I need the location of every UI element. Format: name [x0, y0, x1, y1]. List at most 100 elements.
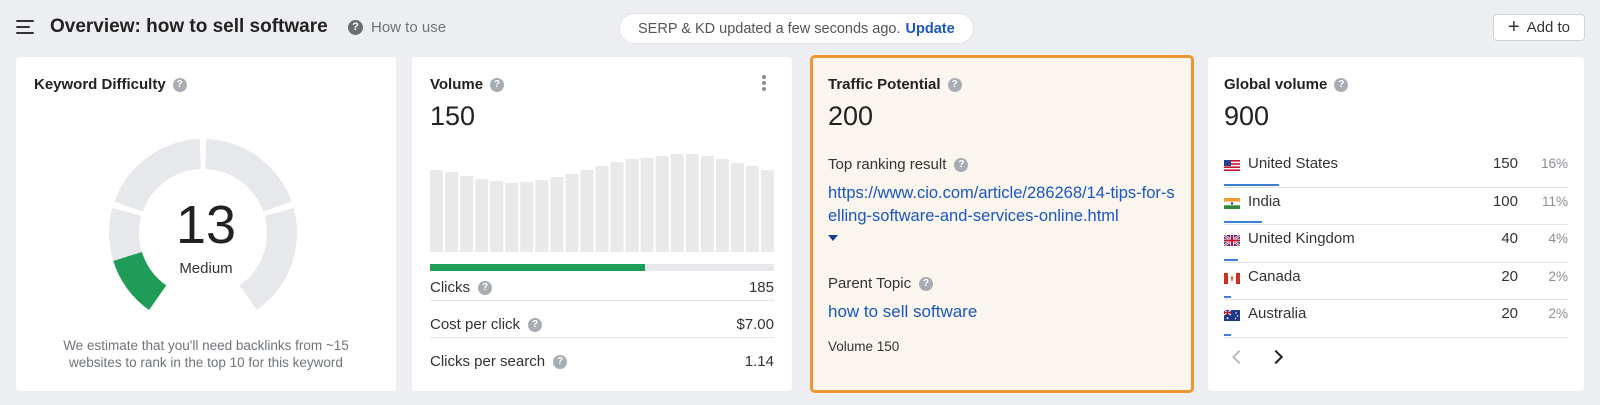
stat-label: Cost per click [430, 316, 521, 333]
volume-history-bar[interactable] [520, 182, 534, 252]
stat-label: Clicks per search [430, 353, 546, 370]
more-options-icon[interactable] [762, 75, 766, 91]
add-to-button[interactable]: + Add to [1493, 14, 1585, 41]
volume-title-label: Volume [430, 76, 484, 93]
country-row-united-states[interactable]: United States 150 16% [1224, 150, 1568, 188]
global-volume-value: 900 [1224, 101, 1270, 131]
gv-title-label: Global volume [1224, 76, 1328, 93]
update-link[interactable]: Update [906, 21, 955, 37]
volume-history-bar[interactable] [700, 156, 714, 252]
kd-gauge [109, 139, 297, 311]
page-title: Overview: how to sell software [50, 16, 328, 37]
country-row-australia[interactable]: Australia 20 2% [1224, 300, 1568, 338]
volume-history-bar[interactable] [490, 181, 504, 252]
stat-row-clicks-per-search: Clicks per search? 1.14 [430, 343, 774, 380]
help-icon[interactable]: ? [553, 354, 568, 369]
volume-history-bar[interactable] [460, 176, 474, 252]
volume-history-bar[interactable] [655, 156, 669, 252]
divider [430, 337, 774, 338]
help-icon[interactable]: ? [478, 280, 492, 295]
volume-history-bar[interactable] [730, 163, 744, 252]
add-to-label: Add to [1526, 19, 1571, 36]
country-share-bar [1224, 296, 1231, 298]
volume-history-bar[interactable] [595, 166, 609, 252]
stat-value: $7.00 [736, 316, 774, 333]
volume-history-bar[interactable] [430, 170, 444, 252]
chevron-right-icon[interactable] [1270, 350, 1284, 364]
help-icon[interactable]: ? [490, 77, 505, 92]
traffic-potential-value: 200 [828, 101, 874, 131]
volume-history-bar[interactable] [565, 174, 579, 252]
volume-history-bar[interactable] [505, 183, 519, 252]
volume-card: Volume ? 150 Clicks? 185 Cost per click?… [412, 57, 792, 391]
help-icon[interactable]: ? [919, 276, 934, 291]
country-row-canada[interactable]: Canada 20 2% [1224, 263, 1568, 300]
country-share-bar [1224, 258, 1238, 261]
canada-flag-icon [1224, 272, 1240, 284]
country-pager [1230, 350, 1284, 364]
country-row-india[interactable]: India 100 11% [1224, 188, 1568, 225]
volume-card-title: Volume ? [430, 76, 505, 93]
kd-estimate-note: We estimate that you'll need backlinks f… [63, 338, 349, 370]
divider [430, 300, 774, 301]
volume-history-bar[interactable] [445, 172, 459, 252]
help-icon[interactable]: ? [528, 317, 543, 332]
country-list: United States 150 16% India 100 11% Unit… [1224, 150, 1568, 338]
volume-history-bar[interactable] [580, 170, 594, 252]
parent-topic-link[interactable]: how to sell software [828, 302, 977, 322]
help-icon[interactable]: ? [1334, 77, 1349, 92]
volume-history-bar[interactable] [745, 166, 759, 252]
volume-history-bar[interactable] [640, 158, 654, 252]
serp-status-text: SERP & KD updated a few seconds ago. [638, 20, 901, 37]
volume-history-bar[interactable] [715, 159, 729, 252]
volume-history-bar[interactable] [550, 177, 564, 252]
help-icon[interactable]: ? [954, 157, 969, 172]
keyword-difficulty-card: Keyword Difficulty ? 13 Medium We estima… [16, 57, 396, 391]
country-share: 2% [1548, 268, 1568, 284]
help-icon[interactable]: ? [947, 77, 962, 92]
tp-card-title: Traffic Potential ? [828, 76, 962, 93]
volume-history-chart [430, 154, 774, 252]
volume-history-bar[interactable] [535, 180, 549, 252]
country-name: Australia [1248, 305, 1307, 322]
parent-topic-volume: Volume 150 [828, 339, 900, 354]
hamburger-menu-icon[interactable] [16, 20, 34, 34]
help-icon: ? [348, 20, 363, 35]
stat-value: 1.14 [744, 353, 774, 370]
country-share: 4% [1548, 231, 1568, 246]
plus-icon: + [1507, 15, 1520, 38]
kd-level-label: Medium [179, 260, 233, 277]
country-name: India [1248, 192, 1281, 210]
tp-title-label: Traffic Potential [828, 76, 941, 93]
volume-history-bar[interactable] [625, 159, 639, 252]
volume-history-bar[interactable] [670, 154, 684, 252]
volume-history-bar[interactable] [475, 179, 489, 252]
country-share: 16% [1540, 156, 1568, 171]
uk-flag-icon [1224, 235, 1240, 246]
india-flag-icon [1224, 197, 1240, 209]
country-name: United Kingdom [1248, 230, 1355, 247]
country-share-bar [1224, 333, 1231, 336]
how-to-use-link[interactable]: ? How to use [348, 19, 446, 36]
country-volume: 20 [1501, 267, 1518, 285]
volume-history-bar[interactable] [685, 154, 699, 252]
country-name: United States [1248, 155, 1339, 172]
volume-history-bar[interactable] [760, 170, 774, 252]
global-volume-card: Global volume ? 900 United States 150 16… [1208, 57, 1584, 391]
country-volume: 100 [1492, 192, 1518, 210]
us-flag-icon [1224, 160, 1240, 171]
stat-label: Clicks [430, 279, 470, 296]
country-share: 2% [1548, 306, 1568, 321]
country-share-bar [1224, 221, 1262, 223]
top-bar: Overview: how to sell software ? How to … [0, 0, 1600, 56]
country-volume: 150 [1492, 155, 1518, 172]
country-row-united-kingdom[interactable]: United Kingdom 40 4% [1224, 225, 1568, 263]
country-volume: 40 [1501, 230, 1518, 247]
top-ranking-result-link[interactable]: https://www.cio.com/article/286268/14-ti… [828, 182, 1178, 228]
country-share-bar [1224, 183, 1280, 186]
expand-caret-icon[interactable] [828, 235, 838, 241]
volume-history-bar[interactable] [610, 162, 624, 252]
how-to-use-label: How to use [371, 19, 447, 36]
volume-value: 150 [430, 101, 476, 131]
chevron-left-icon[interactable] [1230, 350, 1244, 364]
